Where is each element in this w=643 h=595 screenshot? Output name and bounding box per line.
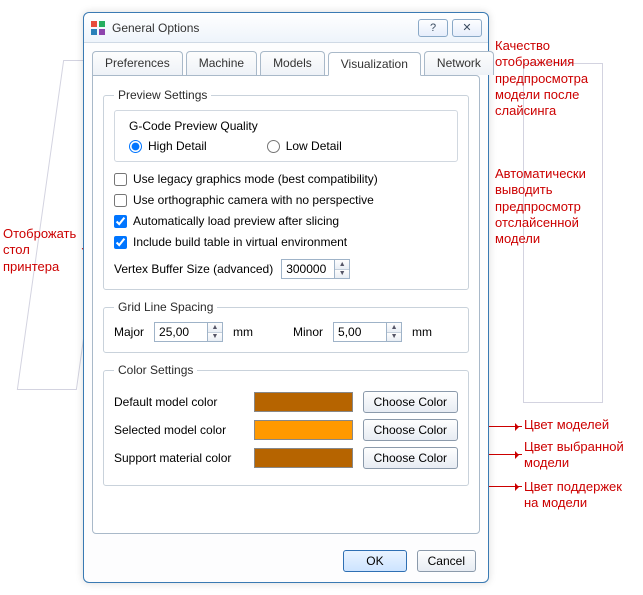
annotation-autoload: Автоматически выводить предпросмотр отсл… <box>495 166 586 247</box>
checkbox-legacy-input[interactable] <box>114 173 127 186</box>
annotation-selected-color: Цвет выбранной модели <box>524 439 624 472</box>
dialog-button-row: OK Cancel <box>84 542 488 582</box>
checkbox-table-label: Include build table in virtual environme… <box>133 235 347 249</box>
vertex-buffer-spinner[interactable]: ▲▼ <box>281 259 350 279</box>
grid-major-label: Major <box>114 325 144 339</box>
app-icon <box>90 20 106 36</box>
gcode-quality-group: G-Code Preview Quality High Detail Low D… <box>114 110 458 162</box>
preview-settings-legend: Preview Settings <box>114 88 211 102</box>
tab-machine[interactable]: Machine <box>186 51 257 75</box>
grid-minor-spinner[interactable]: ▲▼ <box>333 322 402 342</box>
tab-network[interactable]: Network <box>424 51 494 75</box>
spin-up-icon[interactable]: ▲ <box>387 323 401 333</box>
tab-preferences[interactable]: Preferences <box>92 51 183 75</box>
grid-major-spinner[interactable]: ▲▼ <box>154 322 223 342</box>
default-color-row: Default model color Choose Color <box>114 391 458 413</box>
grid-major-unit: mm <box>233 325 253 339</box>
radio-low-detail-input[interactable] <box>267 140 280 153</box>
selected-color-label: Selected model color <box>114 423 244 437</box>
radio-high-detail-label: High Detail <box>148 139 207 153</box>
radio-high-detail[interactable]: High Detail <box>129 139 207 153</box>
checkbox-autoload-input[interactable] <box>114 215 127 228</box>
checkbox-ortho[interactable]: Use orthographic camera with no perspect… <box>114 193 458 207</box>
cancel-button[interactable]: Cancel <box>417 550 476 572</box>
vertex-buffer-input[interactable] <box>282 260 334 278</box>
spin-down-icon[interactable]: ▼ <box>387 333 401 342</box>
tab-bar: Preferences Machine Models Visualization… <box>84 43 488 75</box>
ok-button[interactable]: OK <box>343 550 406 572</box>
titlebar: General Options ? ✕ <box>84 13 488 43</box>
annotation-default-color: Цвет моделей <box>524 417 609 433</box>
spin-down-icon[interactable]: ▼ <box>208 333 222 342</box>
gcode-quality-title: G-Code Preview Quality <box>125 119 262 133</box>
checkbox-ortho-label: Use orthographic camera with no perspect… <box>133 193 374 207</box>
default-color-label: Default model color <box>114 395 244 409</box>
vertex-buffer-label: Vertex Buffer Size (advanced) <box>114 262 273 276</box>
radio-low-detail[interactable]: Low Detail <box>267 139 342 153</box>
grid-major-input[interactable] <box>155 323 207 341</box>
support-color-choose-button[interactable]: Choose Color <box>363 447 458 469</box>
spin-up-icon[interactable]: ▲ <box>208 323 222 333</box>
checkbox-table-input[interactable] <box>114 236 127 249</box>
window-title: General Options <box>112 21 414 35</box>
spin-up-icon[interactable]: ▲ <box>335 260 349 270</box>
default-color-swatch <box>254 392 353 412</box>
vertex-buffer-row: Vertex Buffer Size (advanced) ▲▼ <box>114 259 458 279</box>
radio-low-detail-label: Low Detail <box>286 139 342 153</box>
grid-minor-input[interactable] <box>334 323 386 341</box>
preview-settings-group: Preview Settings G-Code Preview Quality … <box>103 88 469 290</box>
color-settings-legend: Color Settings <box>114 363 197 377</box>
tab-models[interactable]: Models <box>260 51 325 75</box>
checkbox-legacy-label: Use legacy graphics mode (best compatibi… <box>133 172 378 186</box>
grid-minor-label: Minor <box>293 325 323 339</box>
selected-color-row: Selected model color Choose Color <box>114 419 458 441</box>
grid-spacing-group: Grid Line Spacing Major ▲▼ mm Minor ▲▼ m… <box>103 300 469 353</box>
radio-high-detail-input[interactable] <box>129 140 142 153</box>
support-color-row: Support material color Choose Color <box>114 447 458 469</box>
support-color-label: Support material color <box>114 451 244 465</box>
support-color-swatch <box>254 448 353 468</box>
grid-spacing-legend: Grid Line Spacing <box>114 300 217 314</box>
grid-minor-unit: mm <box>412 325 432 339</box>
color-settings-group: Color Settings Default model color Choos… <box>103 363 469 486</box>
annotation-quality: Качество отображения предпросмотра модел… <box>495 38 588 119</box>
selected-color-choose-button[interactable]: Choose Color <box>363 419 458 441</box>
checkbox-table[interactable]: Include build table in virtual environme… <box>114 235 458 249</box>
selected-color-swatch <box>254 420 353 440</box>
general-options-dialog: General Options ? ✕ Preferences Machine … <box>83 12 489 583</box>
default-color-choose-button[interactable]: Choose Color <box>363 391 458 413</box>
annotation-table: Отоброжать стол принтера <box>3 226 76 275</box>
tab-panel-visualization: Preview Settings G-Code Preview Quality … <box>92 75 480 534</box>
checkbox-legacy[interactable]: Use legacy graphics mode (best compatibi… <box>114 172 458 186</box>
tab-visualization[interactable]: Visualization <box>328 52 421 76</box>
spin-down-icon[interactable]: ▼ <box>335 270 349 279</box>
annotation-support-color: Цвет поддержек на модели <box>524 479 622 512</box>
checkbox-ortho-input[interactable] <box>114 194 127 207</box>
checkbox-autoload-label: Automatically load preview after slicing <box>133 214 339 228</box>
help-button[interactable]: ? <box>418 19 448 37</box>
checkbox-autoload[interactable]: Automatically load preview after slicing <box>114 214 458 228</box>
close-button[interactable]: ✕ <box>452 19 482 37</box>
